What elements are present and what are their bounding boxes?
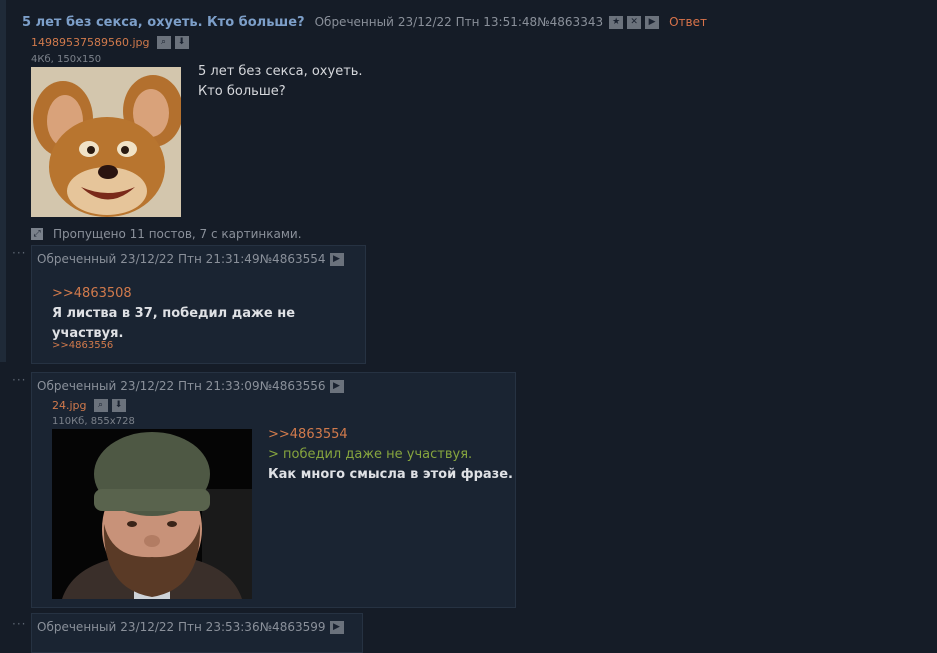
op-message-line: Кто больше? <box>198 84 286 99</box>
op-image[interactable] <box>31 67 181 217</box>
op-file-row: 14989537589560.jpg ⌕ ⬇ <box>31 36 189 49</box>
download-icon[interactable]: ⬇ <box>111 399 126 412</box>
post-message: >>4863554 > победил даже не участвуя. Ка… <box>268 425 513 485</box>
post-number[interactable]: №4863554 <box>260 252 326 266</box>
reply-link[interactable]: Ответ <box>669 15 707 29</box>
post: Обреченный 23/12/22 Птн 23:53:36 №486359… <box>31 613 363 653</box>
close-icon[interactable]: ✕ <box>627 15 642 29</box>
play-icon[interactable]: ▶ <box>645 15 660 29</box>
op-header: 5 лет без секса, охуеть. Кто больше? Обр… <box>22 12 707 32</box>
post-date: 23/12/22 Птн 21:33:09 <box>120 379 260 393</box>
post-file-info: 110Кб, 855x728 <box>52 416 135 427</box>
reply-reference[interactable]: >>4863508 <box>52 284 365 304</box>
op-author: Обреченный <box>314 15 394 29</box>
op-post-number[interactable]: №4863343 <box>537 15 603 29</box>
post-file-row: 24.jpg ⌕ ⬇ <box>52 399 126 412</box>
post-header: Обреченный 23/12/22 Птн 21:33:09 №486355… <box>37 378 344 394</box>
backlink[interactable]: >>4863556 <box>52 340 113 351</box>
post-header: Обреченный 23/12/22 Птн 21:31:49 №486355… <box>37 251 344 267</box>
post: Обреченный 23/12/22 Птн 21:31:49 №486355… <box>31 245 366 364</box>
mouse-picture <box>31 67 181 217</box>
post-author: Обреченный <box>37 252 117 266</box>
skipped-label: Пропущено 11 постов, 7 с картинками. <box>53 227 302 241</box>
quote-text: > победил даже не участвуя. <box>268 447 473 462</box>
post: Обреченный 23/12/22 Птн 21:33:09 №486355… <box>31 372 516 608</box>
star-icon[interactable]: ★ <box>609 15 624 29</box>
skipped-posts[interactable]: ⤢ Пропущено 11 постов, 7 с картинками. <box>31 227 302 241</box>
expand-icon[interactable]: ⤢ <box>31 228 43 240</box>
op-file-name[interactable]: 14989537589560.jpg <box>31 36 150 49</box>
post-date: 23/12/22 Птн 23:53:36 <box>120 620 260 634</box>
post-number[interactable]: №4863556 <box>260 379 326 393</box>
reply-reference[interactable]: >>4863554 <box>268 425 513 445</box>
dots-icon: ··· <box>12 246 27 260</box>
play-icon[interactable]: ▶ <box>329 379 344 393</box>
play-icon[interactable]: ▶ <box>329 252 344 266</box>
op-file-info: 4Кб, 150x150 <box>31 54 102 65</box>
post-message: >>4863508 Я листва в 37, победил даже не… <box>52 284 365 344</box>
search-icon[interactable]: ⌕ <box>93 399 108 412</box>
post-date: 23/12/22 Птн 21:31:49 <box>120 252 260 266</box>
download-icon[interactable]: ⬇ <box>174 36 189 49</box>
thread-bar <box>0 0 6 362</box>
post-number[interactable]: №4863599 <box>260 620 326 634</box>
op-title: 5 лет без секса, охуеть. Кто больше? <box>22 14 305 30</box>
dots-icon: ··· <box>12 617 27 631</box>
op-message-line: 5 лет без секса, охуеть. <box>198 64 363 79</box>
post-file-name[interactable]: 24.jpg <box>52 399 87 412</box>
man-picture <box>52 429 252 599</box>
post-author: Обреченный <box>37 379 117 393</box>
dots-icon: ··· <box>12 373 27 387</box>
op-message: 5 лет без секса, охуеть. Кто больше? <box>198 62 363 102</box>
post-text: Как много смысла в этой фразе. <box>268 467 513 482</box>
post-image[interactable] <box>52 429 252 599</box>
post-header: Обреченный 23/12/22 Птн 23:53:36 №486359… <box>37 619 344 635</box>
op-date: 23/12/22 Птн 13:51:48 <box>397 15 538 29</box>
search-icon[interactable]: ⌕ <box>156 36 171 49</box>
play-icon[interactable]: ▶ <box>329 620 344 634</box>
post-text: Я листва в 37, победил даже не участвуя. <box>52 306 296 341</box>
post-author: Обреченный <box>37 620 117 634</box>
